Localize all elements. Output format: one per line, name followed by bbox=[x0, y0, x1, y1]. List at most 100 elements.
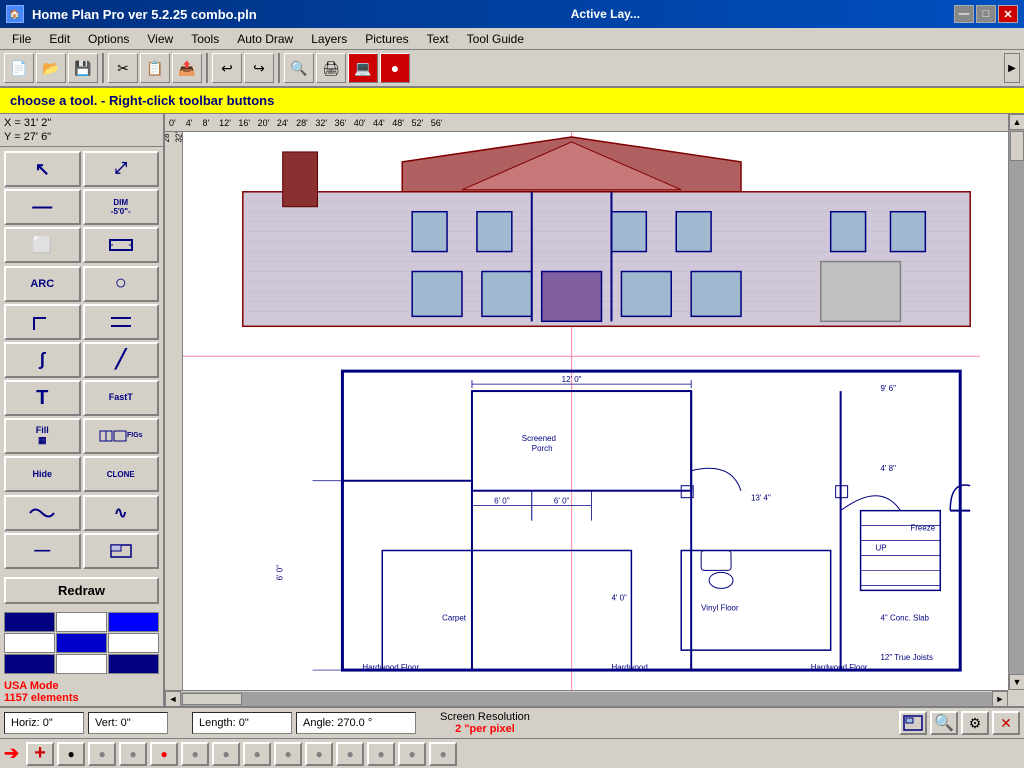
zoom-button[interactable]: 🔍 bbox=[284, 53, 314, 83]
title-bar-text: Home Plan Pro ver 5.2.25 combo.pln bbox=[32, 7, 257, 22]
scroll-right-button[interactable]: ► bbox=[992, 691, 1008, 707]
layer-dot-11[interactable]: ● bbox=[367, 742, 395, 766]
menu-item-text[interactable]: Text bbox=[419, 30, 457, 48]
color-cell-5[interactable] bbox=[56, 633, 107, 653]
svg-text:13' 4": 13' 4" bbox=[751, 494, 771, 503]
close-button[interactable]: ✕ bbox=[998, 5, 1018, 23]
copy-button[interactable]: 📋 bbox=[140, 53, 170, 83]
close-btn-2[interactable]: ✕ bbox=[992, 711, 1020, 735]
menu-item-layers[interactable]: Layers bbox=[303, 30, 355, 48]
menu-item-edit[interactable]: Edit bbox=[41, 30, 78, 48]
color-cell-6[interactable] bbox=[108, 633, 159, 653]
layer-dot-10[interactable]: ● bbox=[336, 742, 364, 766]
tool-curve[interactable]: ∿ bbox=[83, 495, 160, 531]
svg-text:6' 0": 6' 0" bbox=[494, 497, 510, 506]
stop-button[interactable]: ● bbox=[380, 53, 410, 83]
hint-bar: choose a tool. - Right-click toolbar but… bbox=[0, 88, 1024, 114]
tool-stairs[interactable]: ∫ bbox=[4, 342, 81, 378]
nav-arrow[interactable]: ➔ bbox=[4, 743, 19, 764]
add-button[interactable]: + bbox=[26, 742, 54, 766]
tool-fast-text[interactable]: FastT bbox=[83, 380, 160, 416]
tool-clone[interactable]: CLONE bbox=[83, 456, 160, 492]
scroll-left-button[interactable]: ◄ bbox=[165, 691, 181, 707]
tool-poly[interactable] bbox=[4, 304, 81, 340]
scroll-thumb-v[interactable] bbox=[1010, 131, 1024, 161]
menu-item-auto-draw[interactable]: Auto Draw bbox=[229, 30, 301, 48]
layer-dot-13[interactable]: ● bbox=[429, 742, 457, 766]
layer-dot-3[interactable]: ● bbox=[119, 742, 147, 766]
redraw-button[interactable]: Redraw bbox=[4, 577, 159, 604]
scroll-track-h[interactable] bbox=[181, 692, 992, 706]
color-cell-9[interactable] bbox=[108, 654, 159, 674]
layer-dot-1[interactable]: ● bbox=[57, 742, 85, 766]
scroll-up-button[interactable]: ▲ bbox=[1009, 114, 1024, 130]
minimize-button[interactable]: — bbox=[954, 5, 974, 23]
scroll-track-v[interactable] bbox=[1009, 130, 1024, 674]
color-cell-2[interactable] bbox=[56, 612, 107, 632]
menu-item-tools[interactable]: Tools bbox=[183, 30, 227, 48]
layer-dot-6[interactable]: ● bbox=[212, 742, 240, 766]
layer-dot-7[interactable]: ● bbox=[243, 742, 271, 766]
layer-dot-5[interactable]: ● bbox=[181, 742, 209, 766]
menu-item-options[interactable]: Options bbox=[80, 30, 137, 48]
horizontal-scrollbar[interactable]: ◄ ► bbox=[165, 690, 1008, 706]
color-cell-1[interactable] bbox=[4, 612, 55, 632]
zoom-btn[interactable]: 🔍 bbox=[930, 711, 958, 735]
color-cell-7[interactable] bbox=[4, 654, 55, 674]
tool-crop[interactable] bbox=[83, 533, 160, 569]
tool-wave[interactable] bbox=[4, 495, 81, 531]
tool-wall[interactable] bbox=[83, 304, 160, 340]
tool-select2[interactable]: ⤢ bbox=[83, 151, 160, 187]
layer-dot-4[interactable]: ● bbox=[150, 742, 178, 766]
save-button[interactable]: 💾 bbox=[68, 53, 98, 83]
menu-item-tool-guide[interactable]: Tool Guide bbox=[459, 30, 532, 48]
redo-button[interactable]: ↪ bbox=[244, 53, 274, 83]
color-cell-8[interactable] bbox=[56, 654, 107, 674]
maximize-button[interactable]: □ bbox=[976, 5, 996, 23]
length-value: Length: 0" bbox=[192, 712, 292, 734]
tool-figs[interactable]: FIGs bbox=[83, 418, 160, 454]
layer-dot-8[interactable]: ● bbox=[274, 742, 302, 766]
settings-btn[interactable]: ⚙ bbox=[961, 711, 989, 735]
layer-dot-12[interactable]: ● bbox=[398, 742, 426, 766]
tool-arc[interactable]: ARC bbox=[4, 266, 81, 302]
svg-text:Porch: Porch bbox=[532, 444, 553, 453]
layer-dot-2[interactable]: ● bbox=[88, 742, 116, 766]
menu-item-pictures[interactable]: Pictures bbox=[357, 30, 416, 48]
title-bar: 🏠 Home Plan Pro ver 5.2.25 combo.pln Act… bbox=[0, 0, 1024, 28]
tool-line2[interactable]: — bbox=[4, 533, 81, 569]
toolbar-more-button[interactable]: ▶ bbox=[1004, 53, 1020, 83]
canvas-area[interactable]: 0' 4' 8' 12' 16' 20' 24' 28' 32' 36' 40'… bbox=[165, 114, 1024, 706]
scroll-down-button[interactable]: ▼ bbox=[1009, 674, 1024, 690]
tool-text[interactable]: T bbox=[4, 380, 81, 416]
monitor-button[interactable]: 💻 bbox=[348, 53, 378, 83]
tool-dim[interactable]: DIM-5'0"- bbox=[83, 189, 160, 225]
drawing-canvas[interactable]: Screened Porch 12' 0" Carpet Vinyl Floor… bbox=[183, 132, 1008, 690]
undo-button[interactable]: ↩ bbox=[212, 53, 242, 83]
color-cell-3[interactable] bbox=[108, 612, 159, 632]
menu-item-file[interactable]: File bbox=[4, 30, 39, 48]
new-button[interactable]: 📄 bbox=[4, 53, 34, 83]
color-cell-4[interactable] bbox=[4, 633, 55, 653]
tool-hide[interactable]: Hide bbox=[4, 456, 81, 492]
toolbar: 📄 📂 💾 ✂ 📋 📤 ↩ ↪ 🔍 🖨 💻 ● ▶ bbox=[0, 50, 1024, 88]
tool-rect[interactable]: ⬜ bbox=[4, 227, 81, 263]
view-btn-1[interactable] bbox=[899, 711, 927, 735]
open-button[interactable]: 📂 bbox=[36, 53, 66, 83]
svg-text:Hardwood Floor: Hardwood Floor bbox=[362, 663, 419, 672]
tool-diagonal[interactable]: ╱ bbox=[83, 342, 160, 378]
tool-line-h[interactable]: — bbox=[4, 189, 81, 225]
tool-select[interactable]: ↖ bbox=[4, 151, 81, 187]
vertical-scrollbar[interactable]: ▲ ▼ bbox=[1008, 114, 1024, 690]
svg-text:12' 0": 12' 0" bbox=[562, 375, 582, 384]
paste-button[interactable]: 📤 bbox=[172, 53, 202, 83]
tool-circle[interactable]: ○ bbox=[83, 266, 160, 302]
cut-button[interactable]: ✂ bbox=[108, 53, 138, 83]
scroll-thumb-h[interactable] bbox=[182, 693, 242, 705]
print-button[interactable]: 🖨 bbox=[316, 53, 346, 83]
menu-item-view[interactable]: View bbox=[139, 30, 181, 48]
tool-fill[interactable]: Fill▦ bbox=[4, 418, 81, 454]
layer-dot-9[interactable]: ● bbox=[305, 742, 333, 766]
svg-text:4' 8": 4' 8" bbox=[881, 464, 897, 473]
tool-rect2[interactable] bbox=[83, 227, 160, 263]
